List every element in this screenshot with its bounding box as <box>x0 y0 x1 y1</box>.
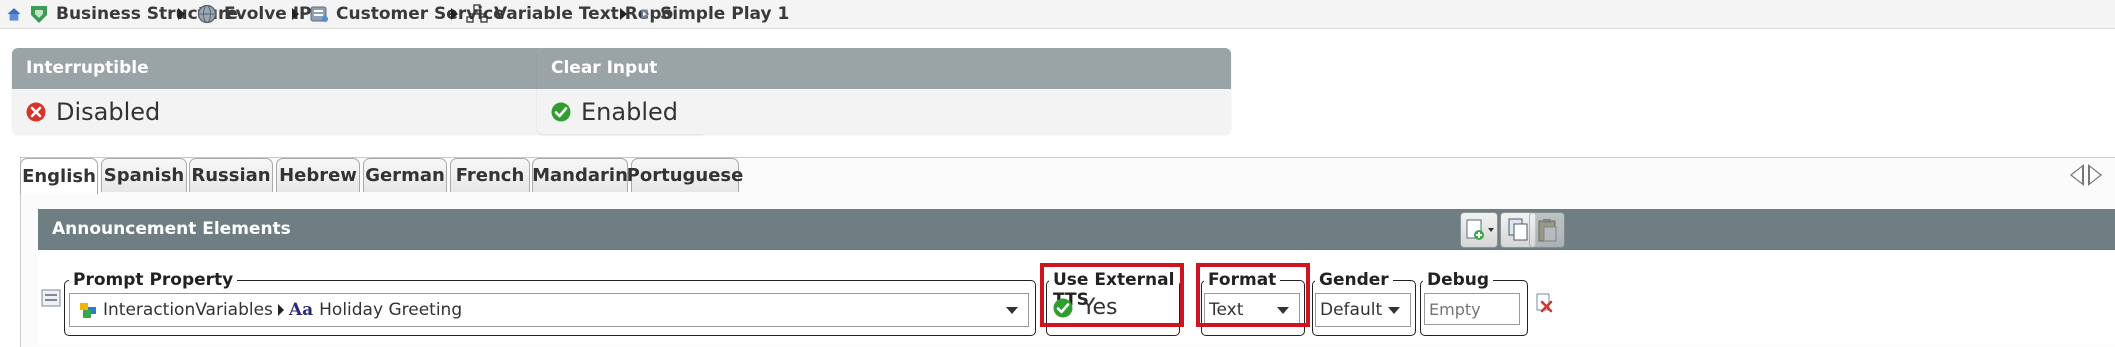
paste-element-button[interactable] <box>1529 212 1565 248</box>
clear-input-card: Clear Input Enabled <box>537 48 1231 134</box>
prompt-row-icon[interactable] <box>41 288 61 308</box>
text-variable-icon: Aa <box>288 300 314 320</box>
clear-input-status[interactable]: Enabled <box>537 89 1231 134</box>
delete-row-icon[interactable] <box>1534 292 1554 314</box>
error-icon <box>26 102 46 121</box>
tab-russian[interactable]: Russian <box>189 158 273 192</box>
gender-group: Gender Default <box>1312 270 1416 336</box>
variables-icon <box>80 303 96 318</box>
clear-input-card-title: Clear Input <box>537 48 1231 89</box>
chevron-down-icon <box>1388 307 1400 314</box>
tab-mandarin[interactable]: Mandarin <box>532 158 628 192</box>
breadcrumb: Business Structure Evolve IP Customer Se… <box>0 0 2115 29</box>
tab-spanish[interactable]: Spanish <box>101 158 187 192</box>
prompt-property-select[interactable]: InteractionVariables Aa Holiday Greeting <box>69 293 1029 327</box>
debug-input[interactable] <box>1424 293 1520 325</box>
gender-value: Default <box>1320 300 1383 320</box>
tab-english[interactable]: English <box>20 158 98 194</box>
announcement-elements-title: Announcement Elements <box>52 219 291 239</box>
add-element-button[interactable] <box>1460 212 1498 248</box>
prompt-property-label: Prompt Property <box>69 270 238 290</box>
highlight-format <box>1196 263 1310 327</box>
tab-scroll-left-inner <box>2072 167 2082 183</box>
tab-portuguese[interactable]: Portuguese <box>627 158 743 192</box>
gender-label: Gender <box>1315 270 1393 290</box>
play-icon <box>641 9 648 19</box>
tab-german[interactable]: German <box>363 158 447 192</box>
prompt-variable-group: InteractionVariables <box>103 300 273 320</box>
debug-group: Debug <box>1420 270 1528 336</box>
debug-label: Debug <box>1423 270 1494 290</box>
clear-input-value: Enabled <box>581 97 678 126</box>
breadcrumb-item-business-structure[interactable] <box>6 0 26 28</box>
gender-select[interactable]: Default <box>1315 293 1411 327</box>
breadcrumb-separator <box>178 8 185 20</box>
tab-hebrew[interactable]: Hebrew <box>276 158 360 192</box>
highlight-use-external-tts <box>1040 263 1184 327</box>
tab-french[interactable]: French <box>450 158 530 192</box>
check-icon <box>551 102 571 121</box>
path-separator <box>277 304 284 316</box>
announcement-elements-header: Announcement Elements <box>38 209 2115 250</box>
globe-icon <box>197 4 217 24</box>
breadcrumb-separator <box>292 8 299 20</box>
breadcrumb-separator <box>451 8 458 20</box>
tab-scroll-right-inner <box>2090 167 2100 183</box>
breadcrumb-separator <box>620 8 627 20</box>
prompt-property-group: Prompt Property InteractionVariables Aa … <box>64 270 1036 336</box>
breadcrumb-item-simple-play[interactable]: Simple Play 1 <box>640 0 789 28</box>
chevron-down-icon <box>1006 307 1018 314</box>
add-document-icon <box>1466 219 1494 240</box>
service-icon <box>310 6 328 22</box>
prompt-variable-name: Holiday Greeting <box>319 300 463 320</box>
home-icon <box>7 8 21 21</box>
structure-icon <box>31 6 47 23</box>
hierarchy-icon <box>466 4 488 23</box>
paste-icon <box>1538 219 1557 242</box>
interruptible-value: Disabled <box>56 97 161 126</box>
